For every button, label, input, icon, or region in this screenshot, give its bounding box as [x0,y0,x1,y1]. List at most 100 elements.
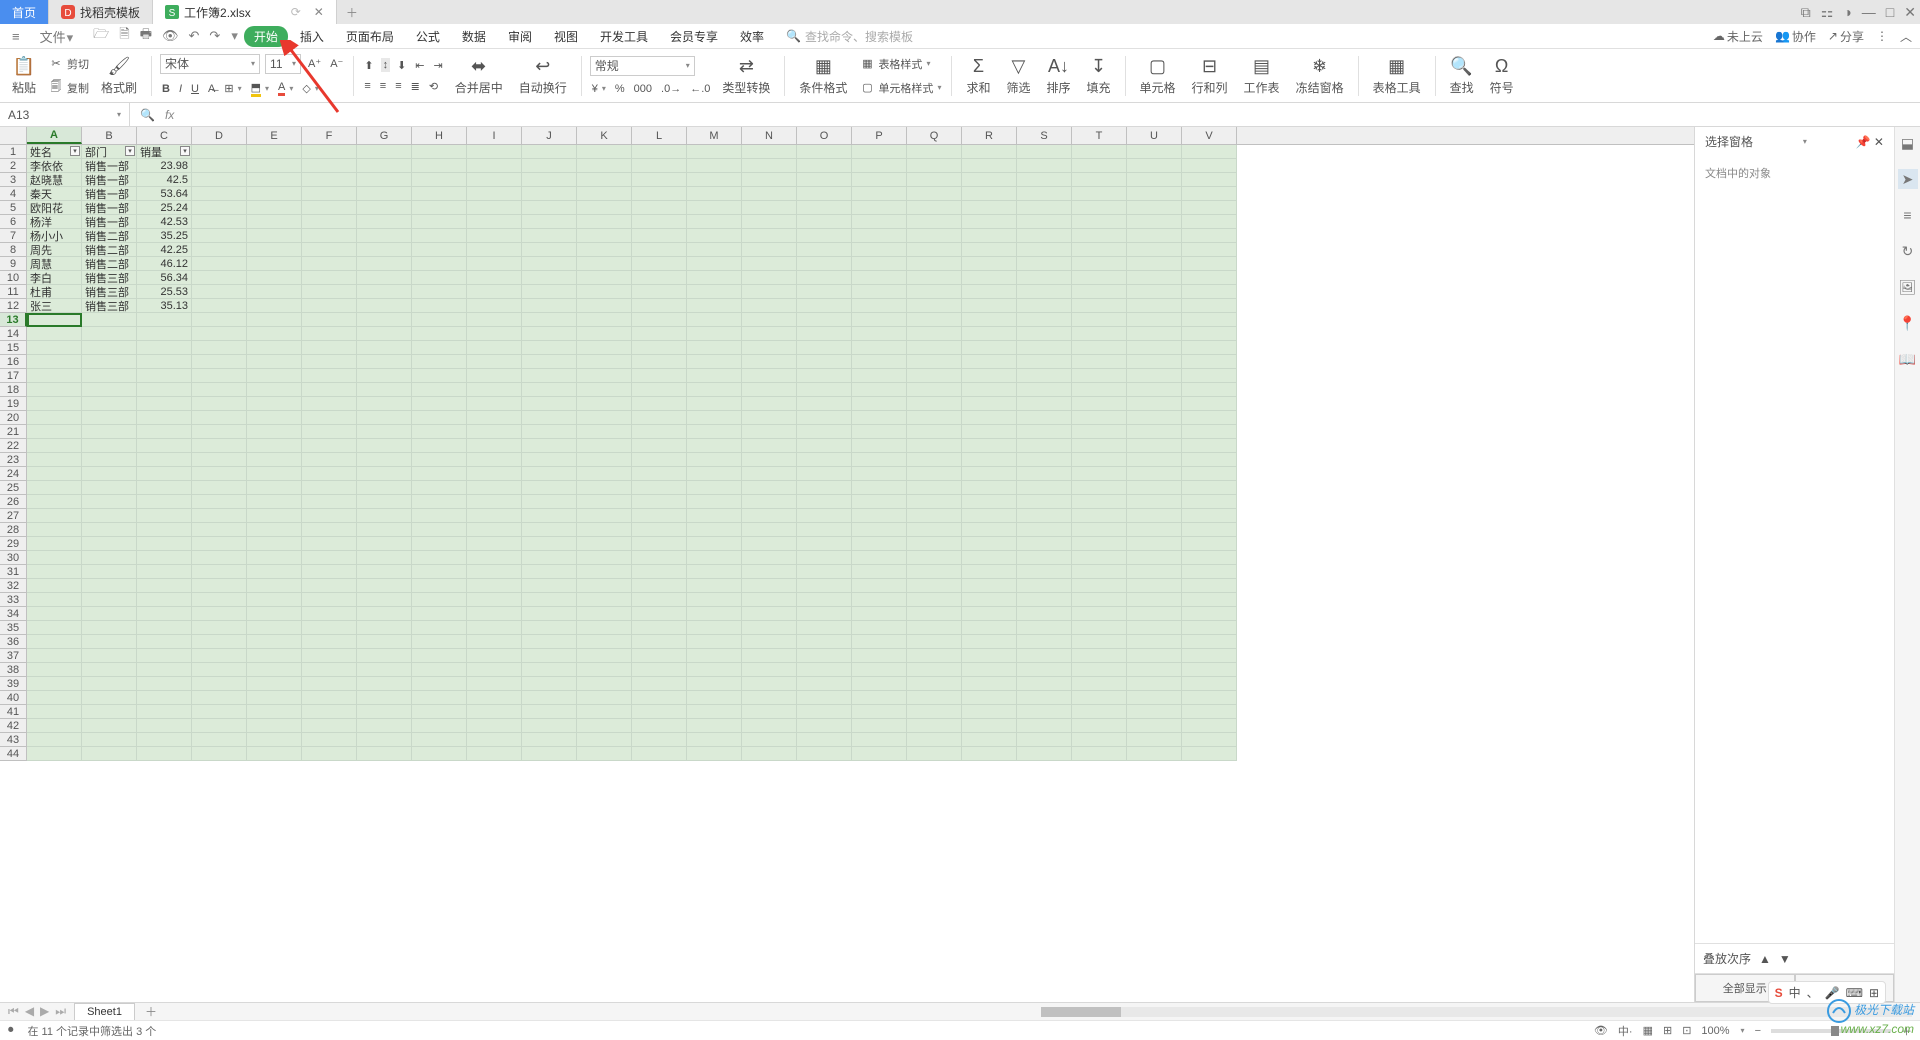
cell-empty[interactable] [302,229,357,243]
cell-empty[interactable] [467,201,522,215]
cell-empty[interactable] [357,467,412,481]
cell-empty[interactable] [962,299,1017,313]
align-center-icon[interactable]: ≡ [378,79,388,93]
cell-empty[interactable] [82,705,137,719]
cell-empty[interactable] [27,369,82,383]
cell-empty[interactable] [467,523,522,537]
tab-close-icon[interactable]: ✕ [314,5,324,19]
cell-empty[interactable] [742,369,797,383]
cell-empty[interactable] [1072,691,1127,705]
cell-empty[interactable] [577,579,632,593]
cell-empty[interactable] [412,355,467,369]
cell-empty[interactable] [907,551,962,565]
cell-B12[interactable]: 销售三部 [82,299,137,313]
row-header-16[interactable]: 16 [0,355,27,369]
cell-empty[interactable] [687,341,742,355]
cell-empty[interactable] [357,635,412,649]
cell-empty[interactable] [192,677,247,691]
cell-empty[interactable] [1017,719,1072,733]
cell-empty[interactable] [1072,355,1127,369]
cell-empty[interactable] [467,439,522,453]
cell-empty[interactable] [577,607,632,621]
cell-empty[interactable] [1127,425,1182,439]
bold-icon[interactable]: B [160,82,172,96]
rowcol-button[interactable]: ⊟行和列 [1186,53,1234,98]
cell-empty[interactable] [522,383,577,397]
cell-empty[interactable] [467,733,522,747]
cell-A5[interactable]: 欧阳花 [27,201,82,215]
cell-empty[interactable] [687,523,742,537]
cell-empty[interactable] [1017,173,1072,187]
cell-empty[interactable] [357,649,412,663]
cell-empty[interactable] [82,733,137,747]
cell-empty[interactable] [82,635,137,649]
cell-empty[interactable] [137,747,192,761]
col-header-L[interactable]: L [632,127,687,144]
cell-empty[interactable] [1182,243,1237,257]
row-header-24[interactable]: 24 [0,467,27,481]
cell-empty[interactable] [632,747,687,761]
cell-empty[interactable] [467,453,522,467]
cell-empty[interactable] [357,579,412,593]
cell-empty[interactable] [137,663,192,677]
cell-empty[interactable] [247,551,302,565]
cell-empty[interactable] [1072,537,1127,551]
cell-empty[interactable] [797,313,852,327]
cell-empty[interactable] [852,355,907,369]
cell-empty[interactable] [247,411,302,425]
window-layout-icon[interactable]: ⧉ [1801,4,1811,21]
cell-empty[interactable] [852,271,907,285]
cell-empty[interactable] [357,733,412,747]
cell-empty[interactable] [962,733,1017,747]
row-header-10[interactable]: 10 [0,271,27,285]
cell-A1[interactable]: 姓名▾ [27,145,82,159]
cell-empty[interactable] [687,145,742,159]
cell-empty[interactable] [1072,523,1127,537]
cell-empty[interactable] [27,663,82,677]
cell-empty[interactable] [137,495,192,509]
cell-empty[interactable] [302,565,357,579]
cell-empty[interactable] [247,355,302,369]
cell-empty[interactable] [1072,159,1127,173]
cell-empty[interactable] [632,663,687,677]
cell-empty[interactable] [302,621,357,635]
cell-empty[interactable] [27,509,82,523]
cell-empty[interactable] [577,201,632,215]
row-header-17[interactable]: 17 [0,369,27,383]
cell-empty[interactable] [1127,397,1182,411]
cell-empty[interactable] [1017,313,1072,327]
cell-empty[interactable] [852,495,907,509]
cell-empty[interactable] [357,313,412,327]
cell-empty[interactable] [907,397,962,411]
cell-empty[interactable] [247,467,302,481]
cell-empty[interactable] [632,243,687,257]
cell-empty[interactable] [522,439,577,453]
italic-icon[interactable]: I [177,82,184,96]
cell-empty[interactable] [357,677,412,691]
cell-empty[interactable] [1127,481,1182,495]
cell-empty[interactable] [247,565,302,579]
cell-empty[interactable] [577,565,632,579]
cell-empty[interactable] [467,397,522,411]
cell-empty[interactable] [797,607,852,621]
zoom-slider[interactable] [1771,1029,1891,1033]
cell-empty[interactable] [412,649,467,663]
underline-icon[interactable]: U [189,82,201,96]
cell-empty[interactable] [852,411,907,425]
cell-empty[interactable] [412,369,467,383]
command-search[interactable]: 🔍 查找命令、搜索模板 [786,28,913,45]
sheet-prev-icon[interactable]: ◀ [25,1004,34,1019]
cell-empty[interactable] [467,551,522,565]
cell-empty[interactable] [742,719,797,733]
col-header-S[interactable]: S [1017,127,1072,144]
col-header-O[interactable]: O [797,127,852,144]
cell-empty[interactable] [907,481,962,495]
cell-empty[interactable] [522,327,577,341]
cell-empty[interactable] [412,313,467,327]
cell-empty[interactable] [192,383,247,397]
cell-empty[interactable] [742,663,797,677]
currency-icon[interactable]: ¥▾ [590,82,608,96]
cell-empty[interactable] [247,285,302,299]
cell-empty[interactable] [302,397,357,411]
cell-empty[interactable] [1127,313,1182,327]
